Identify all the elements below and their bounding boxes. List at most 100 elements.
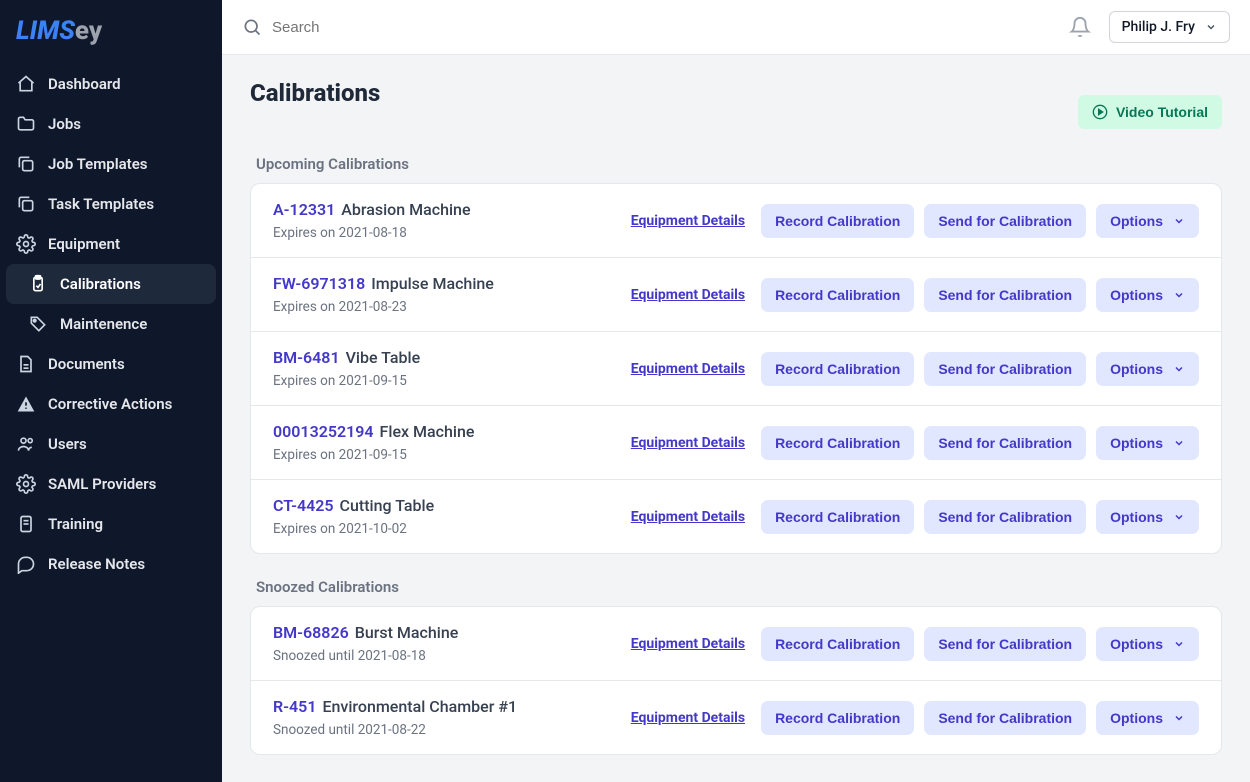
gear-icon bbox=[16, 234, 36, 254]
calibration-list: A-12331 Abrasion Machine Expires on 2021-0… bbox=[250, 183, 1222, 554]
equipment-name: Environmental Chamber #1 bbox=[322, 697, 517, 716]
calibration-row: R-451 Environmental Chamber #1 Snoozed unt… bbox=[251, 681, 1221, 754]
equipment-details-link[interactable]: Equipment Details bbox=[631, 509, 745, 525]
equipment-id[interactable]: R-451 bbox=[273, 697, 316, 716]
options-label: Options bbox=[1110, 287, 1163, 303]
sidebar-item-label: SAML Providers bbox=[48, 475, 156, 493]
warning-icon bbox=[16, 394, 36, 414]
calibration-subtext: Expires on 2021-09-15 bbox=[273, 447, 631, 463]
calibration-subtext: Expires on 2021-10-02 bbox=[273, 521, 631, 537]
send-for-calibration-button[interactable]: Send for Calibration bbox=[924, 204, 1086, 238]
sidebar-item-documents[interactable]: Documents bbox=[6, 344, 216, 384]
chevron-down-icon bbox=[1173, 363, 1185, 375]
record-calibration-button[interactable]: Record Calibration bbox=[761, 701, 914, 735]
equipment-id[interactable]: A-12331 bbox=[273, 200, 335, 219]
home-icon bbox=[16, 74, 36, 94]
sidebar-item-saml-providers[interactable]: SAML Providers bbox=[6, 464, 216, 504]
chevron-down-icon bbox=[1205, 21, 1217, 33]
equipment-details-link[interactable]: Equipment Details bbox=[631, 361, 745, 377]
record-calibration-button[interactable]: Record Calibration bbox=[761, 352, 914, 386]
sidebar-item-jobs[interactable]: Jobs bbox=[6, 104, 216, 144]
options-label: Options bbox=[1110, 361, 1163, 377]
section-title: Upcoming Calibrations bbox=[250, 145, 1222, 183]
equipment-details-link[interactable]: Equipment Details bbox=[631, 213, 745, 229]
equipment-id[interactable]: FW-6971318 bbox=[273, 274, 365, 293]
equipment-details-link[interactable]: Equipment Details bbox=[631, 435, 745, 451]
clipboard-icon bbox=[28, 274, 48, 294]
sidebar-item-corrective-actions[interactable]: Corrective Actions bbox=[6, 384, 216, 424]
calibration-row: A-12331Abrasion MachineExpires on 2021-0… bbox=[251, 184, 1221, 258]
options-button[interactable]: Options bbox=[1096, 627, 1199, 661]
bell-icon[interactable] bbox=[1069, 16, 1091, 38]
calibration-subtext: Snoozed until 2021-08-22 bbox=[273, 722, 631, 738]
search-input[interactable] bbox=[272, 19, 572, 36]
logo: LIMSey bbox=[0, 0, 222, 64]
calibration-row: BM-68826Burst MachineSnoozed until 2021-… bbox=[251, 607, 1221, 681]
options-button[interactable]: Options bbox=[1096, 278, 1199, 312]
sidebar: LIMSey Dashboard Jobs Job Templates Task Te… bbox=[0, 0, 222, 782]
equipment-id[interactable]: BM-68826 bbox=[273, 623, 349, 642]
copy-icon bbox=[16, 194, 36, 214]
chevron-down-icon bbox=[1173, 712, 1185, 724]
options-button[interactable]: Options bbox=[1096, 352, 1199, 386]
equipment-name: Vibe Table bbox=[346, 348, 421, 367]
send-for-calibration-button[interactable]: Send for Calibration bbox=[924, 500, 1086, 534]
record-calibration-button[interactable]: Record Calibration bbox=[761, 204, 914, 238]
folder-icon bbox=[16, 114, 36, 134]
options-button[interactable]: Options bbox=[1096, 701, 1199, 735]
sidebar-item-job-templates[interactable]: Job Templates bbox=[6, 144, 216, 184]
options-label: Options bbox=[1110, 710, 1163, 726]
sidebar-item-label: Users bbox=[48, 435, 87, 453]
record-calibration-button[interactable]: Record Calibration bbox=[761, 426, 914, 460]
record-calibration-button[interactable]: Record Calibration bbox=[761, 278, 914, 312]
send-for-calibration-button[interactable]: Send for Calibration bbox=[924, 352, 1086, 386]
calibration-row: BM-6481Vibe TableExpires on 2021-09-15Eq… bbox=[251, 332, 1221, 406]
chevron-down-icon bbox=[1173, 215, 1185, 227]
equipment-name: Flex Machine bbox=[380, 422, 475, 441]
topbar: Philip J. Fry bbox=[222, 0, 1250, 55]
video-tutorial-button[interactable]: Video Tutorial bbox=[1078, 95, 1222, 129]
sidebar-item-label: Release Notes bbox=[48, 555, 145, 573]
equipment-id[interactable]: BM-6481 bbox=[273, 348, 340, 367]
tag-icon bbox=[28, 314, 48, 334]
equipment-id[interactable]: CT-4425 bbox=[273, 496, 334, 515]
equipment-id[interactable]: 00013252194 bbox=[273, 422, 374, 441]
sidebar-item-maintenence[interactable]: Maintenence bbox=[6, 304, 216, 344]
sidebar-item-calibrations[interactable]: Calibrations bbox=[6, 264, 216, 304]
sidebar-item-users[interactable]: Users bbox=[6, 424, 216, 464]
equipment-name: Impulse Machine bbox=[371, 274, 494, 293]
copy-icon bbox=[16, 154, 36, 174]
gear-icon bbox=[16, 474, 36, 494]
video-tutorial-label: Video Tutorial bbox=[1116, 104, 1208, 120]
calibration-subtext: Snoozed until 2021-08-18 bbox=[273, 648, 631, 664]
user-menu[interactable]: Philip J. Fry bbox=[1109, 11, 1230, 43]
send-for-calibration-button[interactable]: Send for Calibration bbox=[924, 627, 1086, 661]
sidebar-item-label: Jobs bbox=[48, 115, 81, 133]
sidebar-item-equipment[interactable]: Equipment bbox=[6, 224, 216, 264]
sidebar-item-training[interactable]: Training bbox=[6, 504, 216, 544]
options-button[interactable]: Options bbox=[1096, 426, 1199, 460]
sidebar-item-dashboard[interactable]: Dashboard bbox=[6, 64, 216, 104]
sidebar-item-label: Calibrations bbox=[60, 275, 141, 293]
options-button[interactable]: Options bbox=[1096, 500, 1199, 534]
send-for-calibration-button[interactable]: Send for Calibration bbox=[924, 701, 1086, 735]
equipment-name: Cutting Table bbox=[340, 496, 435, 515]
equipment-name: Abrasion Machine bbox=[341, 200, 470, 219]
record-calibration-button[interactable]: Record Calibration bbox=[761, 627, 914, 661]
calibration-row: CT-4425 Cutting Table Expires on 2021-10-0… bbox=[251, 480, 1221, 553]
sidebar-item-label: Task Templates bbox=[48, 195, 154, 213]
sidebar-item-label: Documents bbox=[48, 355, 125, 373]
file-icon bbox=[16, 354, 36, 374]
equipment-details-link[interactable]: Equipment Details bbox=[631, 710, 745, 726]
calibration-subtext: Expires on 2021-08-23 bbox=[273, 299, 631, 315]
send-for-calibration-button[interactable]: Send for Calibration bbox=[924, 278, 1086, 312]
record-calibration-button[interactable]: Record Calibration bbox=[761, 500, 914, 534]
equipment-details-link[interactable]: Equipment Details bbox=[631, 287, 745, 303]
search[interactable] bbox=[242, 17, 1069, 37]
calibration-row: FW-6971318 Impulse Machine Expires on 2021… bbox=[251, 258, 1221, 332]
send-for-calibration-button[interactable]: Send for Calibration bbox=[924, 426, 1086, 460]
equipment-details-link[interactable]: Equipment Details bbox=[631, 636, 745, 652]
sidebar-item-release-notes[interactable]: Release Notes bbox=[6, 544, 216, 584]
options-button[interactable]: Options bbox=[1096, 204, 1199, 238]
sidebar-item-task-templates[interactable]: Task Templates bbox=[6, 184, 216, 224]
